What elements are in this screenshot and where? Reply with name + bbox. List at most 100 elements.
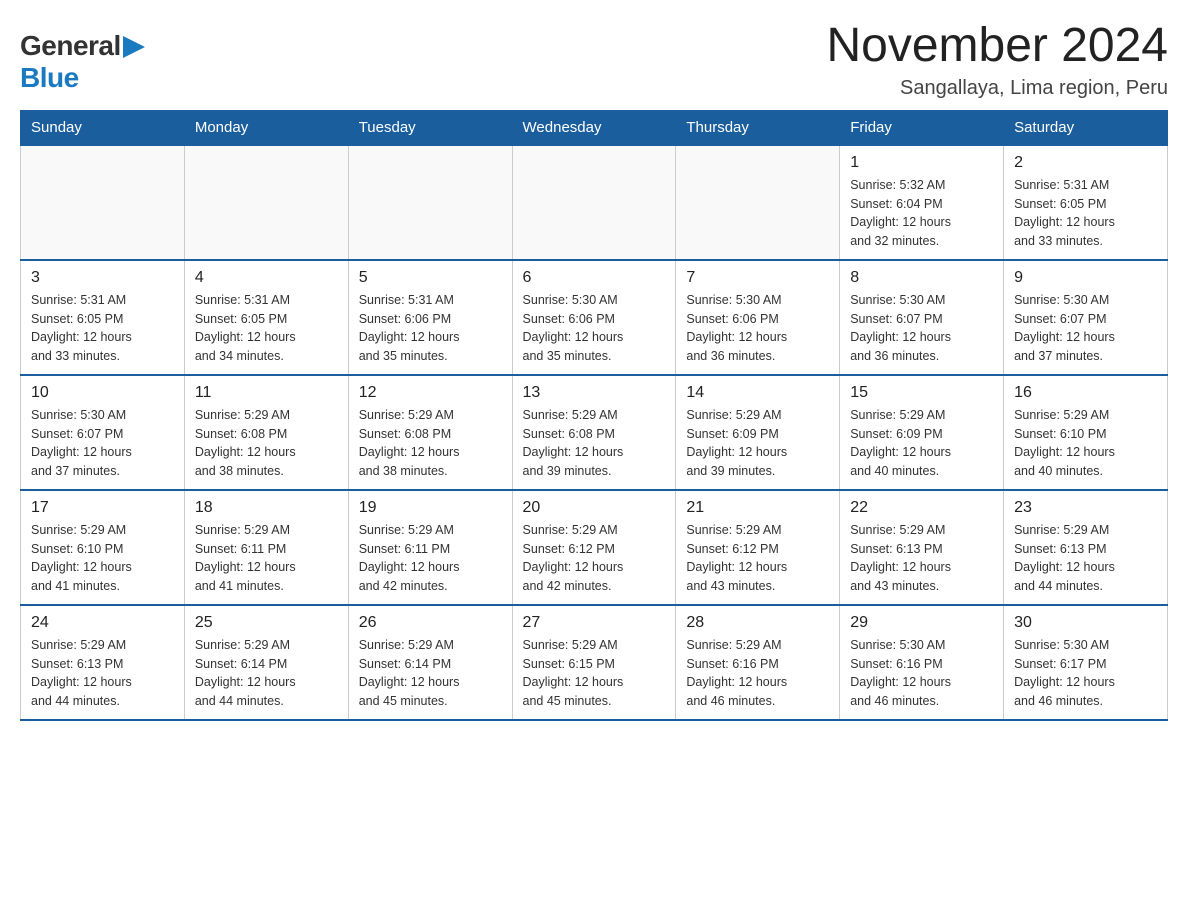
weekday-header-wednesday: Wednesday (512, 110, 676, 145)
calendar-table: SundayMondayTuesdayWednesdayThursdayFrid… (20, 110, 1168, 721)
logo-arrow-icon (123, 36, 145, 58)
calendar-cell: 8Sunrise: 5:30 AMSunset: 6:07 PMDaylight… (840, 260, 1004, 375)
calendar-cell: 12 Sunrise: 5:29 AMSunset: 6:08 PMDayligh… (348, 375, 512, 490)
day-number: 10 (31, 384, 174, 402)
weekday-header-tuesday: Tuesday (348, 110, 512, 145)
day-info: Sunrise: 5:29 AMSunset: 6:11 PMDaylight:… (359, 521, 502, 596)
day-number: 5 (359, 269, 502, 287)
day-info: Sunrise: 5:29 AMSunset: 6:08 PMDaylight:… (523, 406, 666, 481)
day-number: 7 (686, 269, 829, 287)
calendar-cell: 28 Sunrise: 5:29 AMSunset: 6:16 PMDayligh… (676, 605, 840, 720)
calendar-week-row: 24 Sunrise: 5:29 AMSunset: 6:13 PMDayligh… (21, 605, 1168, 720)
calendar-cell: 4Sunrise: 5:31 AMSunset: 6:05 PMDaylight… (184, 260, 348, 375)
calendar-cell: 26 Sunrise: 5:29 AMSunset: 6:14 PMDayligh… (348, 605, 512, 720)
day-info: Sunrise: 5:31 AMSunset: 6:05 PMDaylight:… (31, 291, 174, 366)
day-number: 12 (359, 384, 502, 402)
day-info: Sunrise: 5:31 AMSunset: 6:05 PMDaylight:… (1014, 176, 1157, 251)
day-number: 2 (1014, 154, 1157, 172)
weekday-header-monday: Monday (184, 110, 348, 145)
day-number: 23 (1014, 499, 1157, 517)
calendar-cell: 20 Sunrise: 5:29 AMSunset: 6:12 PMDayligh… (512, 490, 676, 605)
title-area: November 2024 Sangallaya, Lima region, P… (826, 20, 1168, 100)
day-info: Sunrise: 5:30 AMSunset: 6:06 PMDaylight:… (523, 291, 666, 366)
month-title: November 2024 (826, 20, 1168, 73)
logo: General Blue (20, 20, 145, 94)
day-number: 19 (359, 499, 502, 517)
page-header: General Blue November 2024 Sangallaya, L… (20, 20, 1168, 100)
day-info: Sunrise: 5:29 AMSunset: 6:14 PMDaylight:… (195, 636, 338, 711)
day-number: 17 (31, 499, 174, 517)
day-number: 11 (195, 384, 338, 402)
day-info: Sunrise: 5:29 AMSunset: 6:12 PMDaylight:… (686, 521, 829, 596)
calendar-cell: 5 Sunrise: 5:31 AMSunset: 6:06 PMDaylight… (348, 260, 512, 375)
day-info: Sunrise: 5:30 AMSunset: 6:06 PMDaylight:… (686, 291, 829, 366)
calendar-cell: 14 Sunrise: 5:29 AMSunset: 6:09 PMDayligh… (676, 375, 840, 490)
day-info: Sunrise: 5:29 AMSunset: 6:10 PMDaylight:… (31, 521, 174, 596)
calendar-cell (676, 145, 840, 260)
calendar-header-row: SundayMondayTuesdayWednesdayThursdayFrid… (21, 110, 1168, 145)
calendar-cell: 29Sunrise: 5:30 AMSunset: 6:16 PMDayligh… (840, 605, 1004, 720)
day-info: Sunrise: 5:29 AMSunset: 6:12 PMDaylight:… (523, 521, 666, 596)
day-number: 3 (31, 269, 174, 287)
weekday-header-thursday: Thursday (676, 110, 840, 145)
day-number: 16 (1014, 384, 1157, 402)
day-info: Sunrise: 5:29 AMSunset: 6:11 PMDaylight:… (195, 521, 338, 596)
day-info: Sunrise: 5:29 AMSunset: 6:13 PMDaylight:… (1014, 521, 1157, 596)
day-info: Sunrise: 5:31 AMSunset: 6:06 PMDaylight:… (359, 291, 502, 366)
day-info: Sunrise: 5:29 AMSunset: 6:08 PMDaylight:… (359, 406, 502, 481)
day-number: 21 (686, 499, 829, 517)
calendar-cell: 3 Sunrise: 5:31 AMSunset: 6:05 PMDaylight… (21, 260, 185, 375)
calendar-cell: 22Sunrise: 5:29 AMSunset: 6:13 PMDayligh… (840, 490, 1004, 605)
calendar-week-row: 3 Sunrise: 5:31 AMSunset: 6:05 PMDaylight… (21, 260, 1168, 375)
weekday-header-friday: Friday (840, 110, 1004, 145)
day-info: Sunrise: 5:32 AMSunset: 6:04 PMDaylight:… (850, 176, 993, 251)
day-number: 20 (523, 499, 666, 517)
calendar-cell (21, 145, 185, 260)
day-number: 13 (523, 384, 666, 402)
calendar-cell: 11Sunrise: 5:29 AMSunset: 6:08 PMDayligh… (184, 375, 348, 490)
day-info: Sunrise: 5:29 AMSunset: 6:09 PMDaylight:… (686, 406, 829, 481)
logo-general-text: General (20, 30, 121, 62)
weekday-header-sunday: Sunday (21, 110, 185, 145)
calendar-cell (512, 145, 676, 260)
day-info: Sunrise: 5:29 AMSunset: 6:10 PMDaylight:… (1014, 406, 1157, 481)
calendar-cell: 7 Sunrise: 5:30 AMSunset: 6:06 PMDaylight… (676, 260, 840, 375)
day-info: Sunrise: 5:29 AMSunset: 6:14 PMDaylight:… (359, 636, 502, 711)
calendar-cell: 1 Sunrise: 5:32 AMSunset: 6:04 PMDaylight… (840, 145, 1004, 260)
day-number: 24 (31, 614, 174, 632)
calendar-cell: 17 Sunrise: 5:29 AMSunset: 6:10 PMDayligh… (21, 490, 185, 605)
day-info: Sunrise: 5:29 AMSunset: 6:09 PMDaylight:… (850, 406, 993, 481)
calendar-week-row: 17 Sunrise: 5:29 AMSunset: 6:10 PMDayligh… (21, 490, 1168, 605)
calendar-cell: 24 Sunrise: 5:29 AMSunset: 6:13 PMDayligh… (21, 605, 185, 720)
calendar-cell: 13 Sunrise: 5:29 AMSunset: 6:08 PMDayligh… (512, 375, 676, 490)
logo-blue-text: Blue (20, 62, 79, 94)
weekday-header-saturday: Saturday (1004, 110, 1168, 145)
day-number: 14 (686, 384, 829, 402)
day-number: 30 (1014, 614, 1157, 632)
calendar-cell: 27 Sunrise: 5:29 AMSunset: 6:15 PMDayligh… (512, 605, 676, 720)
calendar-cell: 2 Sunrise: 5:31 AMSunset: 6:05 PMDaylight… (1004, 145, 1168, 260)
calendar-cell: 9Sunrise: 5:30 AMSunset: 6:07 PMDaylight… (1004, 260, 1168, 375)
day-info: Sunrise: 5:30 AMSunset: 6:07 PMDaylight:… (31, 406, 174, 481)
calendar-cell (348, 145, 512, 260)
day-info: Sunrise: 5:29 AMSunset: 6:16 PMDaylight:… (686, 636, 829, 711)
day-number: 22 (850, 499, 993, 517)
calendar-cell: 6Sunrise: 5:30 AMSunset: 6:06 PMDaylight… (512, 260, 676, 375)
calendar-cell: 16 Sunrise: 5:29 AMSunset: 6:10 PMDayligh… (1004, 375, 1168, 490)
day-number: 25 (195, 614, 338, 632)
calendar-week-row: 1 Sunrise: 5:32 AMSunset: 6:04 PMDaylight… (21, 145, 1168, 260)
calendar-cell: 21 Sunrise: 5:29 AMSunset: 6:12 PMDayligh… (676, 490, 840, 605)
day-number: 26 (359, 614, 502, 632)
day-number: 29 (850, 614, 993, 632)
calendar-cell: 18Sunrise: 5:29 AMSunset: 6:11 PMDayligh… (184, 490, 348, 605)
day-number: 28 (686, 614, 829, 632)
calendar-cell: 30 Sunrise: 5:30 AMSunset: 6:17 PMDayligh… (1004, 605, 1168, 720)
day-info: Sunrise: 5:29 AMSunset: 6:13 PMDaylight:… (31, 636, 174, 711)
day-info: Sunrise: 5:29 AMSunset: 6:15 PMDaylight:… (523, 636, 666, 711)
calendar-cell: 23 Sunrise: 5:29 AMSunset: 6:13 PMDayligh… (1004, 490, 1168, 605)
day-number: 27 (523, 614, 666, 632)
day-info: Sunrise: 5:30 AMSunset: 6:17 PMDaylight:… (1014, 636, 1157, 711)
day-number: 4 (195, 269, 338, 287)
day-info: Sunrise: 5:30 AMSunset: 6:07 PMDaylight:… (850, 291, 993, 366)
day-number: 1 (850, 154, 993, 172)
